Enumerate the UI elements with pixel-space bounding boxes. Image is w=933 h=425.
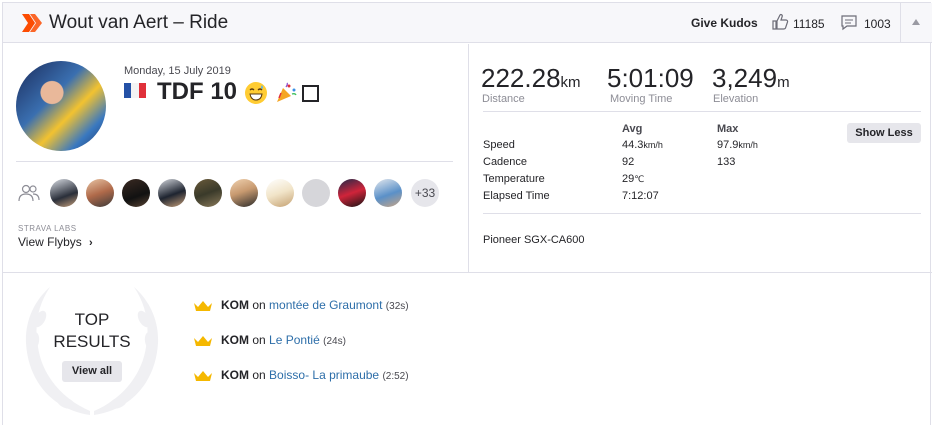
group-athlete-avatar[interactable]: [230, 179, 258, 207]
speed-max-number: 97.9: [717, 139, 739, 151]
elevation-number: 3,249: [712, 63, 778, 93]
caret-up-icon: [912, 19, 920, 25]
chevron-right-icon[interactable]: ›: [89, 237, 93, 249]
segment-time: (2:52): [382, 371, 409, 382]
result-connector: on: [252, 298, 266, 312]
speed-max: 97.9km/h: [717, 139, 758, 151]
group-athlete-avatar[interactable]: [50, 179, 78, 207]
speed-avg: 44.3km/h: [622, 139, 663, 151]
speed-avg-unit: km/h: [643, 140, 663, 150]
activity-card: Wout van Aert – Ride Give Kudos 11185 10…: [2, 2, 932, 425]
grinning-sweat-emoji-icon: [245, 82, 267, 104]
moving-time-label: Moving Time: [610, 93, 673, 105]
temperature-avg-unit: ℃: [634, 174, 645, 184]
divider: [483, 213, 921, 214]
cadence-max: 133: [717, 156, 736, 168]
result-connector: on: [252, 368, 266, 382]
group-athlete-avatar[interactable]: [374, 179, 402, 207]
temperature-avg-number: 29: [622, 173, 635, 185]
divider: [16, 161, 453, 162]
temperature-avg: 29℃: [622, 173, 644, 185]
top-result-item: KOM on Le Pontié (24s): [193, 333, 346, 351]
view-all-results-button[interactable]: View all: [62, 361, 122, 382]
top-result-item: KOM on montée de Graumont (32s): [193, 298, 409, 316]
group-athlete-avatar[interactable]: [158, 179, 186, 207]
top-results-title: TOP RESULTS: [43, 309, 141, 353]
device-name: Pioneer SGX-CA600: [483, 234, 585, 246]
group-athletes-icon: [18, 184, 40, 202]
crown-icon: [194, 370, 212, 381]
elevation-value: 3,249m: [712, 63, 790, 94]
activity-title: Wout van Aert – Ride: [49, 12, 229, 33]
segment-link[interactable]: Boisso- La primaube: [269, 368, 379, 382]
speed-label: Speed: [483, 139, 515, 151]
moving-time-number: 5:01:09: [607, 63, 694, 93]
comment-count[interactable]: 1003: [864, 17, 891, 31]
elevation-label: Elevation: [713, 93, 759, 105]
strava-chevron-icon: [22, 14, 42, 32]
kudos-count[interactable]: 11185: [793, 17, 825, 31]
party-popper-emoji-icon: [277, 82, 297, 102]
cadence-label: Cadence: [483, 156, 528, 168]
kom-badge: KOM: [221, 298, 249, 312]
athlete-avatar[interactable]: [16, 61, 106, 151]
activity-date: Monday, 15 July 2019: [124, 65, 231, 77]
max-column-header: Max: [717, 123, 739, 135]
view-flybys-link[interactable]: View Flybys: [18, 235, 82, 249]
strava-labs-label: STRAVA LABS: [18, 224, 77, 233]
group-athlete-avatar[interactable]: [266, 179, 294, 207]
speed-avg-number: 44.3: [622, 139, 644, 151]
distance-label: Distance: [482, 93, 525, 105]
unknown-glyph-box-icon: [302, 85, 319, 102]
top-result-item: KOM on Boisso- La primaube (2:52): [193, 368, 409, 386]
distance-unit: km: [560, 74, 581, 91]
segment-time: (24s): [323, 336, 346, 347]
divider: [483, 111, 921, 112]
section-divider: [3, 272, 932, 273]
temperature-label: Temperature: [483, 173, 545, 185]
distance-value: 222.28km: [481, 63, 581, 94]
panel-divider: [468, 44, 469, 272]
elevation-unit: m: [777, 74, 790, 91]
group-athlete-avatar[interactable]: [338, 179, 366, 207]
elapsed-time-label: Elapsed Time: [483, 190, 550, 202]
crown-icon: [194, 335, 212, 346]
give-kudos-button[interactable]: Give Kudos: [691, 16, 758, 30]
top-results-line-2: RESULTS: [53, 332, 131, 351]
group-athlete-avatar[interactable]: [194, 179, 222, 207]
segment-link[interactable]: Le Pontié: [269, 333, 320, 347]
speed-max-unit: km/h: [738, 140, 758, 150]
group-athlete-avatar[interactable]: [86, 179, 114, 207]
cadence-avg: 92: [622, 156, 635, 168]
kom-badge: KOM: [221, 368, 249, 382]
show-less-button[interactable]: Show Less: [847, 123, 921, 143]
group-athlete-avatar[interactable]: [122, 179, 150, 207]
avg-column-header: Avg: [622, 123, 643, 135]
activity-header: Wout van Aert – Ride Give Kudos 11185 10…: [3, 3, 932, 43]
crown-icon: [194, 300, 212, 311]
elapsed-time-value: 7:12:07: [622, 190, 659, 202]
group-athlete-avatar[interactable]: [302, 179, 330, 207]
collapse-button[interactable]: [900, 3, 932, 43]
segment-link[interactable]: montée de Graumont: [269, 298, 382, 312]
top-results-line-1: TOP: [74, 310, 110, 329]
activity-name: TDF 10: [157, 78, 238, 105]
france-flag-icon: [124, 83, 146, 98]
comment-icon[interactable]: [840, 14, 858, 31]
thumbs-up-icon[interactable]: [771, 13, 789, 31]
kom-badge: KOM: [221, 333, 249, 347]
distance-number: 222.28: [481, 63, 561, 93]
moving-time-value: 5:01:09: [607, 63, 694, 94]
result-connector: on: [252, 333, 266, 347]
segment-time: (32s): [385, 301, 409, 312]
more-athletes-button[interactable]: +33: [411, 179, 439, 207]
